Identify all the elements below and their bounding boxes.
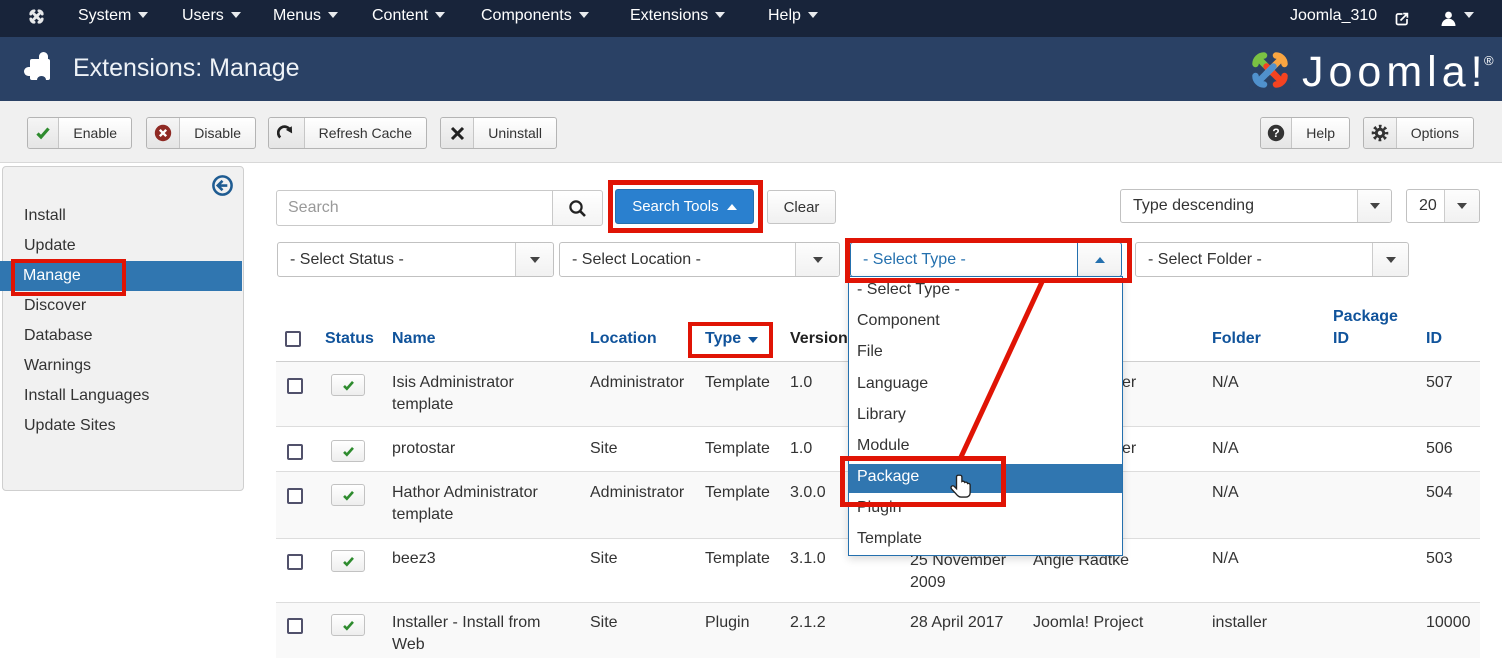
svg-text:?: ? <box>1272 126 1279 140</box>
